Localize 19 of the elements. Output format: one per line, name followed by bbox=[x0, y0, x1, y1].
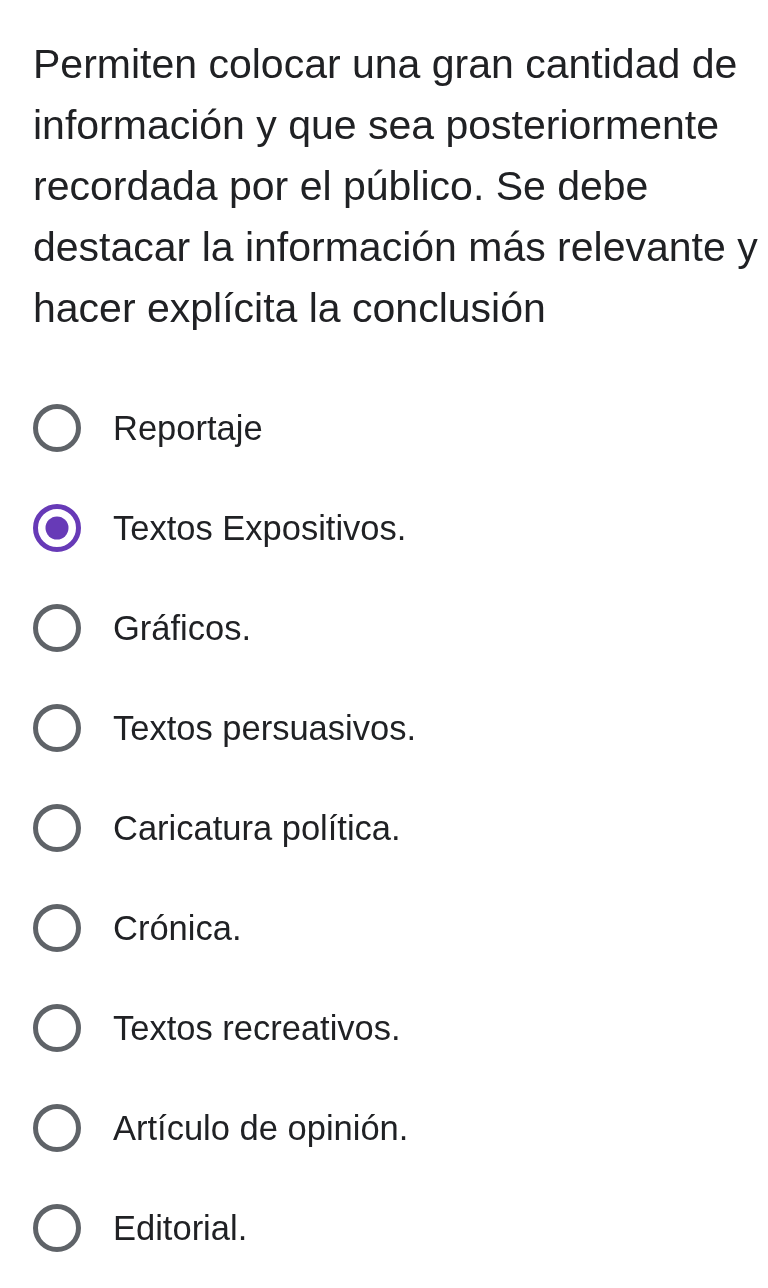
option-label[interactable]: Textos Expositivos. bbox=[113, 507, 407, 549]
radio-icon[interactable] bbox=[33, 404, 81, 452]
radio-selected-icon[interactable] bbox=[33, 504, 81, 552]
option-label[interactable]: Editorial. bbox=[113, 1207, 248, 1249]
option-label[interactable]: Reportaje bbox=[113, 407, 263, 449]
option-label[interactable]: Textos persuasivos. bbox=[113, 707, 416, 749]
radio-icon[interactable] bbox=[33, 804, 81, 852]
radio-icon[interactable] bbox=[33, 904, 81, 952]
radio-icon[interactable] bbox=[33, 604, 81, 652]
radio-icon[interactable] bbox=[33, 1004, 81, 1052]
radio-icon[interactable] bbox=[33, 1204, 81, 1252]
option-label[interactable]: Textos recreativos. bbox=[113, 1007, 401, 1049]
option-label[interactable]: Caricatura política. bbox=[113, 807, 401, 849]
option-label[interactable]: Gráficos. bbox=[113, 607, 252, 649]
radio-icon[interactable] bbox=[33, 704, 81, 752]
option-label[interactable]: Crónica. bbox=[113, 907, 242, 949]
radio-icon[interactable] bbox=[33, 1104, 81, 1152]
question-text: Permiten colocar una gran cantidad de información y que sea posteriormente recordada por el público. Se debe destacar la información más relevante y hacer explícita la conclusión bbox=[33, 40, 759, 333]
option-label[interactable]: Artículo de opinión. bbox=[113, 1107, 409, 1149]
